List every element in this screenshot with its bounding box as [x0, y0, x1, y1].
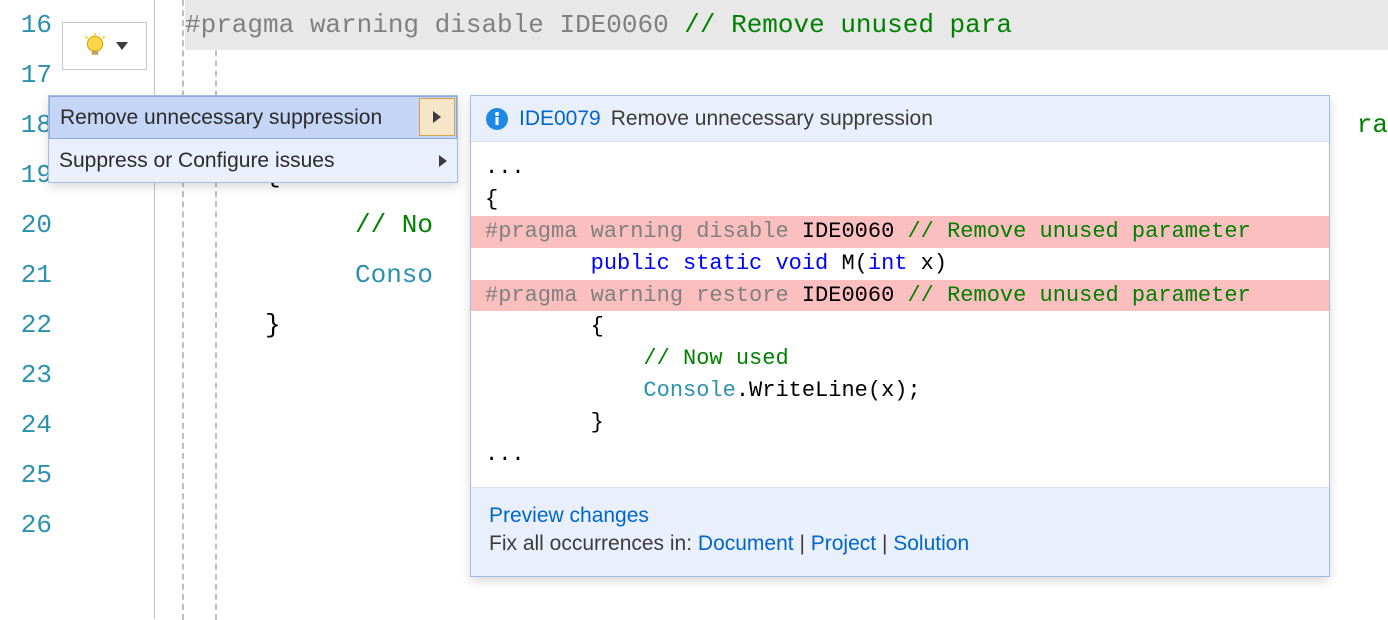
lightbulb-icon [82, 33, 108, 59]
comment-tail: ra [1357, 110, 1388, 140]
diagnostic-title: Remove unnecessary suppression [611, 107, 933, 131]
comment: // Remove unused para [684, 10, 1012, 40]
line-number: 17 [0, 50, 60, 100]
info-icon [485, 107, 509, 131]
brace: } [185, 310, 281, 340]
preview-header: IDE0079 Remove unnecessary suppression [471, 96, 1329, 142]
line-number: 23 [0, 350, 60, 400]
menu-item-remove-suppression[interactable]: Remove unnecessary suppression [49, 96, 457, 139]
chevron-down-icon [116, 42, 128, 50]
preview-line: } [471, 407, 1329, 439]
code-line-17[interactable] [185, 50, 1388, 100]
line-number: 25 [0, 450, 60, 500]
preview-footer: Preview changes Fix all occurrences in: … [471, 487, 1329, 576]
line-number-gutter: 16 17 18 19 20 21 22 23 24 25 26 [0, 0, 60, 619]
identifier: Conso [185, 260, 433, 290]
line-number: 21 [0, 250, 60, 300]
diagnostic-id-link[interactable]: IDE0079 [519, 107, 601, 131]
fixall-label: Fix all occurrences in: [489, 532, 698, 555]
separator: | [794, 532, 811, 555]
preview-line-removed: #pragma warning restore IDE0060 // Remov… [471, 280, 1329, 312]
preview-line: ... [471, 152, 1329, 184]
menu-item-label: Remove unnecessary suppression [60, 106, 382, 130]
fixall-document-link[interactable]: Document [698, 532, 794, 555]
margin-strip [60, 0, 155, 619]
quick-actions-menu: Remove unnecessary suppression Suppress … [48, 95, 458, 183]
preview-changes-link[interactable]: Preview changes [489, 504, 649, 527]
diag-id: IDE0060 [559, 10, 684, 40]
preview-body: ... { #pragma warning disable IDE0060 //… [471, 142, 1329, 487]
preview-line: ... [471, 439, 1329, 471]
separator: | [876, 532, 893, 555]
chevron-right-icon [439, 155, 447, 167]
line-number: 16 [0, 0, 60, 50]
menu-item-label: Suppress or Configure issues [59, 149, 334, 173]
line-number: 24 [0, 400, 60, 450]
submenu-indicator[interactable] [419, 98, 455, 136]
chevron-right-icon [433, 111, 441, 123]
line-number: 20 [0, 200, 60, 250]
menu-item-suppress-configure[interactable]: Suppress or Configure issues [49, 139, 457, 182]
lightbulb-button[interactable] [62, 22, 147, 70]
pragma-text: #pragma warning disable [185, 10, 559, 40]
line-number: 22 [0, 300, 60, 350]
fixall-project-link[interactable]: Project [811, 532, 876, 555]
preview-line: // Now used [471, 343, 1329, 375]
code-line-16[interactable]: #pragma warning disable IDE0060 // Remov… [185, 0, 1388, 50]
preview-line: { [471, 184, 1329, 216]
preview-line: { [471, 311, 1329, 343]
line-number: 26 [0, 500, 60, 550]
preview-line: Console.WriteLine(x); [471, 375, 1329, 407]
fixall-solution-link[interactable]: Solution [893, 532, 969, 555]
preview-line-removed: #pragma warning disable IDE0060 // Remov… [471, 216, 1329, 248]
comment: // No [185, 210, 433, 240]
preview-line: public static void M(int x) [471, 248, 1329, 280]
fix-preview-panel: IDE0079 Remove unnecessary suppression .… [470, 95, 1330, 577]
